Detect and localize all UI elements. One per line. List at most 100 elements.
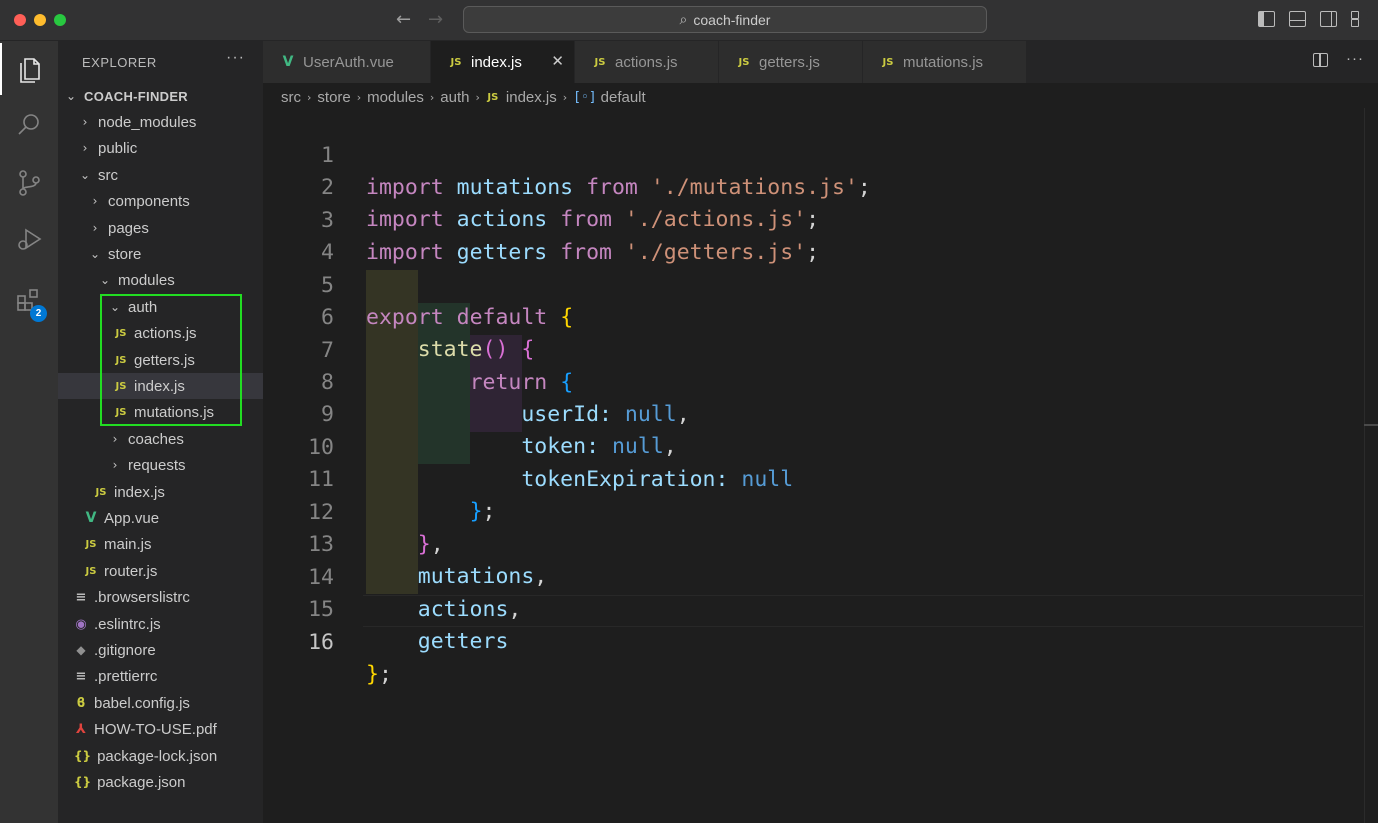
explorer-more-icon[interactable]: ··· bbox=[226, 49, 245, 67]
tree-item-how-to-use-pdf[interactable]: ⅄ HOW-TO-USE.pdf bbox=[58, 716, 263, 742]
editor-scrollbar[interactable] bbox=[1364, 108, 1378, 823]
chevron-right-icon: › bbox=[475, 90, 480, 104]
customize-layout-icon[interactable] bbox=[1351, 11, 1368, 27]
tree-item-app-vue[interactable]: V App.vue bbox=[58, 505, 263, 531]
command-center-search[interactable]: ⌕ coach-finder bbox=[463, 6, 987, 33]
search-activity[interactable] bbox=[0, 99, 58, 151]
config-lines-icon: ≡ bbox=[75, 589, 87, 605]
tree-item-eslintrc[interactable]: ◉ .eslintrc.js bbox=[58, 611, 263, 637]
tree-item-package-lock-json[interactable]: {} package-lock.json bbox=[58, 743, 263, 769]
eslint-icon: ◉ bbox=[75, 616, 87, 632]
code-line: 9 token: null, bbox=[263, 367, 1363, 459]
tree-item-store-index-js[interactable]: JS index.js bbox=[58, 479, 263, 505]
tree-item-package-json[interactable]: {} package.json bbox=[58, 769, 263, 795]
tree-root[interactable]: ⌄ COACH-FINDER bbox=[58, 83, 263, 109]
tree-item-node_modules[interactable]: › node_modules bbox=[58, 109, 263, 135]
close-icon[interactable]: ✕ bbox=[551, 52, 564, 70]
code-line: 1 import mutations from './mutations.js'… bbox=[263, 108, 1363, 200]
breadcrumb-item[interactable]: src bbox=[281, 89, 301, 106]
tree-item-label: HOW-TO-USE.pdf bbox=[94, 720, 217, 738]
split-editor-icon[interactable] bbox=[1313, 53, 1328, 67]
breadcrumb-item[interactable]: default bbox=[601, 89, 646, 106]
json-file-icon: {} bbox=[74, 749, 92, 763]
js-file-icon: JS bbox=[882, 56, 894, 68]
chevron-right-icon: › bbox=[429, 90, 435, 104]
breadcrumb-item[interactable]: index.js bbox=[506, 89, 557, 106]
forward-arrow-icon[interactable]: → bbox=[428, 9, 443, 30]
search-icon bbox=[18, 114, 39, 135]
run-debug-icon bbox=[18, 228, 42, 250]
chevron-down-icon: ⌄ bbox=[65, 89, 77, 103]
tree-item-label: package.json bbox=[97, 773, 186, 791]
tree-item-label: requests bbox=[128, 456, 186, 474]
js-file-icon: JS bbox=[487, 91, 499, 103]
tree-item-pages[interactable]: › pages bbox=[58, 215, 263, 241]
chevron-down-icon: ⌄ bbox=[99, 273, 111, 287]
maximize-window-button[interactable] bbox=[54, 14, 66, 26]
tree-item-public[interactable]: › public bbox=[58, 135, 263, 161]
code-line: 6 state() { bbox=[263, 270, 1363, 362]
files-icon bbox=[20, 58, 40, 83]
scroll-marker bbox=[1364, 424, 1378, 426]
tree-item-components[interactable]: › components bbox=[58, 188, 263, 214]
run-debug-activity[interactable] bbox=[0, 213, 58, 265]
git-icon: ◆ bbox=[76, 643, 86, 657]
back-arrow-icon[interactable]: ← bbox=[396, 9, 411, 30]
tree-item-browserslistrc[interactable]: ≡ .browserslistrc bbox=[58, 584, 263, 610]
tree-item-modules[interactable]: ⌄ modules bbox=[58, 267, 263, 293]
more-actions-icon[interactable]: ··· bbox=[1346, 51, 1364, 67]
chevron-down-icon: ⌄ bbox=[89, 247, 101, 261]
code-line: 14 actions, bbox=[263, 530, 1363, 622]
extensions-badge: 2 bbox=[30, 305, 47, 322]
chevron-right-icon: › bbox=[82, 141, 88, 155]
tab-mutations-js[interactable]: JS mutations.js bbox=[863, 41, 1027, 83]
editor-tab-bar: V UserAuth.vue JS index.js ✕ JS actions.… bbox=[263, 41, 1378, 83]
tree-item-gitignore[interactable]: ◆ .gitignore bbox=[58, 637, 263, 663]
toggle-primary-sidebar-icon[interactable] bbox=[1258, 11, 1275, 27]
toggle-panel-icon[interactable] bbox=[1289, 11, 1306, 27]
tree-item-src[interactable]: ⌄ src bbox=[58, 162, 263, 188]
chevron-right-icon: › bbox=[92, 221, 98, 235]
code-editor[interactable]: 1 import mutations from './mutations.js'… bbox=[263, 108, 1378, 823]
minimize-window-button[interactable] bbox=[34, 14, 46, 26]
source-control-icon bbox=[19, 170, 40, 196]
explorer-title: EXPLORER bbox=[82, 55, 157, 70]
tree-item-requests[interactable]: › requests bbox=[58, 452, 263, 478]
breadcrumb-item[interactable]: auth bbox=[440, 89, 469, 106]
tree-item-label: .prettierrc bbox=[94, 667, 158, 685]
tree-item-router-js[interactable]: JS router.js bbox=[58, 558, 263, 584]
tree-item-label: .gitignore bbox=[94, 641, 156, 659]
explorer-activity[interactable] bbox=[0, 43, 58, 95]
tab-actions-js[interactable]: JS actions.js bbox=[575, 41, 719, 83]
js-file-icon: JS bbox=[85, 565, 97, 577]
toggle-secondary-sidebar-icon[interactable] bbox=[1320, 11, 1337, 27]
tree-item-label: App.vue bbox=[104, 509, 160, 527]
tab-getters-js[interactable]: JS getters.js bbox=[719, 41, 863, 83]
tree-item-babel-config[interactable]: ϐ babel.config.js bbox=[58, 690, 263, 716]
activity-bar: 2 bbox=[0, 41, 58, 823]
chevron-down-icon: ⌄ bbox=[79, 168, 91, 182]
vue-file-icon: V bbox=[282, 54, 294, 70]
tree-item-coaches[interactable]: › coaches bbox=[58, 426, 263, 452]
search-icon: ⌕ bbox=[679, 11, 688, 28]
chevron-right-icon: › bbox=[562, 90, 568, 104]
breadcrumb-item[interactable]: modules bbox=[367, 89, 424, 106]
tab-userauth-vue[interactable]: V UserAuth.vue bbox=[263, 41, 431, 83]
tab-index-js[interactable]: JS index.js ✕ bbox=[431, 41, 575, 83]
source-control-activity[interactable] bbox=[0, 157, 58, 209]
tree-item-main-js[interactable]: JS main.js bbox=[58, 531, 263, 557]
tree-item-label: router.js bbox=[104, 562, 158, 580]
close-window-button[interactable] bbox=[14, 14, 26, 26]
tree-item-label: public bbox=[98, 139, 138, 157]
breadcrumb-item[interactable]: store bbox=[317, 89, 350, 106]
tree-item-label: index.js bbox=[114, 483, 165, 501]
code-line: 4 bbox=[263, 205, 1363, 265]
tree-item-store[interactable]: ⌄ store bbox=[58, 241, 263, 267]
root-folder-label: COACH-FINDER bbox=[84, 88, 188, 104]
tree-item-prettierrc[interactable]: ≡ .prettierrc bbox=[58, 663, 263, 689]
extensions-activity[interactable]: 2 bbox=[0, 275, 58, 327]
code-line: 2 import actions from './actions.js'; bbox=[263, 140, 1363, 232]
code-line: 16 }; bbox=[263, 595, 1363, 687]
js-file-icon: JS bbox=[85, 538, 97, 550]
tab-label: mutations.js bbox=[903, 53, 984, 71]
